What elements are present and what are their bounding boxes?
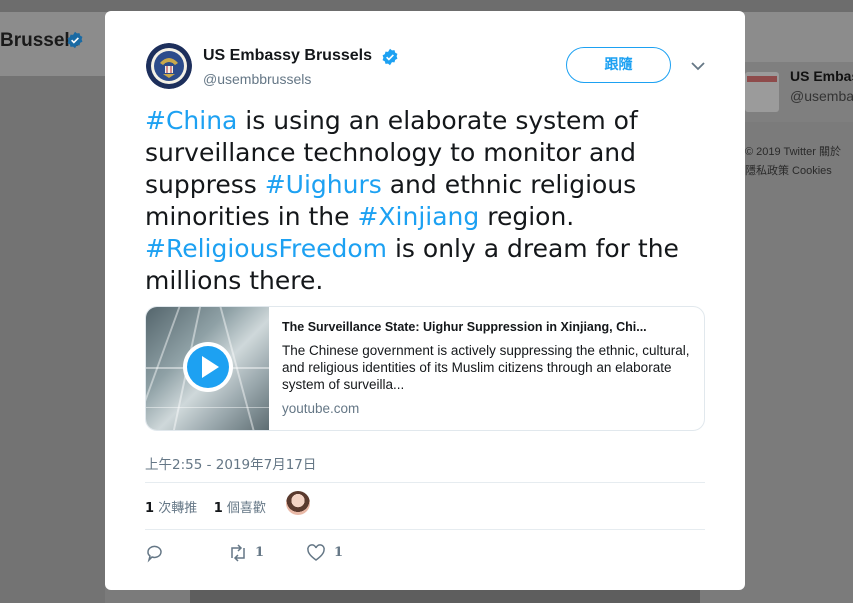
background-verified-icon [67, 31, 83, 49]
background-footer-line2: 隱私政策 Cookies [745, 165, 832, 177]
tweet-modal: US Embassy Brussels @usembbrussels 跟隨 #C… [105, 11, 745, 590]
background-side-card-handle: @usembas [790, 88, 853, 104]
card-thumbnail[interactable] [146, 307, 269, 430]
retweet-stat[interactable]: 1 次轉推 [145, 501, 197, 516]
hashtag-link[interactable]: #ReligiousFreedom [145, 234, 387, 263]
background-side-card-logo [745, 72, 779, 112]
background-bottom-strip [190, 590, 700, 603]
tweet-text-segment: region. [479, 202, 575, 231]
liker-avatar[interactable] [286, 491, 310, 515]
retweet-count: 1 [255, 545, 265, 560]
reply-icon [147, 545, 162, 563]
retweet-stat-count: 1 [145, 501, 155, 516]
like-count: 1 [334, 545, 344, 560]
retweet-stat-label: 次轉推 [158, 501, 198, 516]
link-card[interactable]: The Surveillance State: Uighur Suppressi… [145, 306, 705, 431]
card-description: The Chinese government is actively suppr… [282, 343, 690, 392]
tweet-stats: 1 次轉推 1 個喜歡 [145, 497, 266, 516]
tweet-timestamp[interactable]: 上午2:55 - 2019年7月17日 [145, 453, 316, 473]
tweet-text: #China is using an elaborate system of s… [145, 105, 715, 297]
hashtag-link[interactable]: #China [145, 106, 237, 135]
retweet-button[interactable]: 1 [227, 543, 277, 563]
follow-button[interactable]: 跟隨 [566, 47, 671, 83]
like-button[interactable]: 1 [306, 543, 356, 563]
card-domain: youtube.com [282, 401, 360, 416]
like-stat-label: 個喜歡 [226, 501, 266, 516]
divider [145, 529, 705, 530]
hashtag-link[interactable]: #Xinjiang [357, 202, 479, 231]
divider [145, 482, 705, 483]
play-icon[interactable] [182, 341, 234, 393]
background-left-column [0, 76, 105, 603]
author-handle[interactable]: @usembbrussels [203, 71, 311, 87]
reply-button[interactable] [145, 543, 185, 563]
background-side-card-name: US Embass [790, 68, 853, 84]
verified-badge-icon [382, 48, 398, 66]
chevron-down-icon[interactable] [690, 60, 706, 72]
like-stat-count: 1 [213, 501, 223, 516]
card-title[interactable]: The Surveillance State: Uighur Suppressi… [282, 320, 697, 334]
retweet-icon [231, 544, 245, 562]
like-stat[interactable]: 1 個喜歡 [214, 501, 266, 516]
heart-icon [307, 544, 325, 561]
author-name[interactable]: US Embassy Brussels [203, 47, 372, 65]
background-footer-line1: © 2019 Twitter 關於 [745, 146, 841, 158]
avatar[interactable] [146, 43, 192, 89]
hashtag-link[interactable]: #Uighurs [265, 170, 382, 199]
